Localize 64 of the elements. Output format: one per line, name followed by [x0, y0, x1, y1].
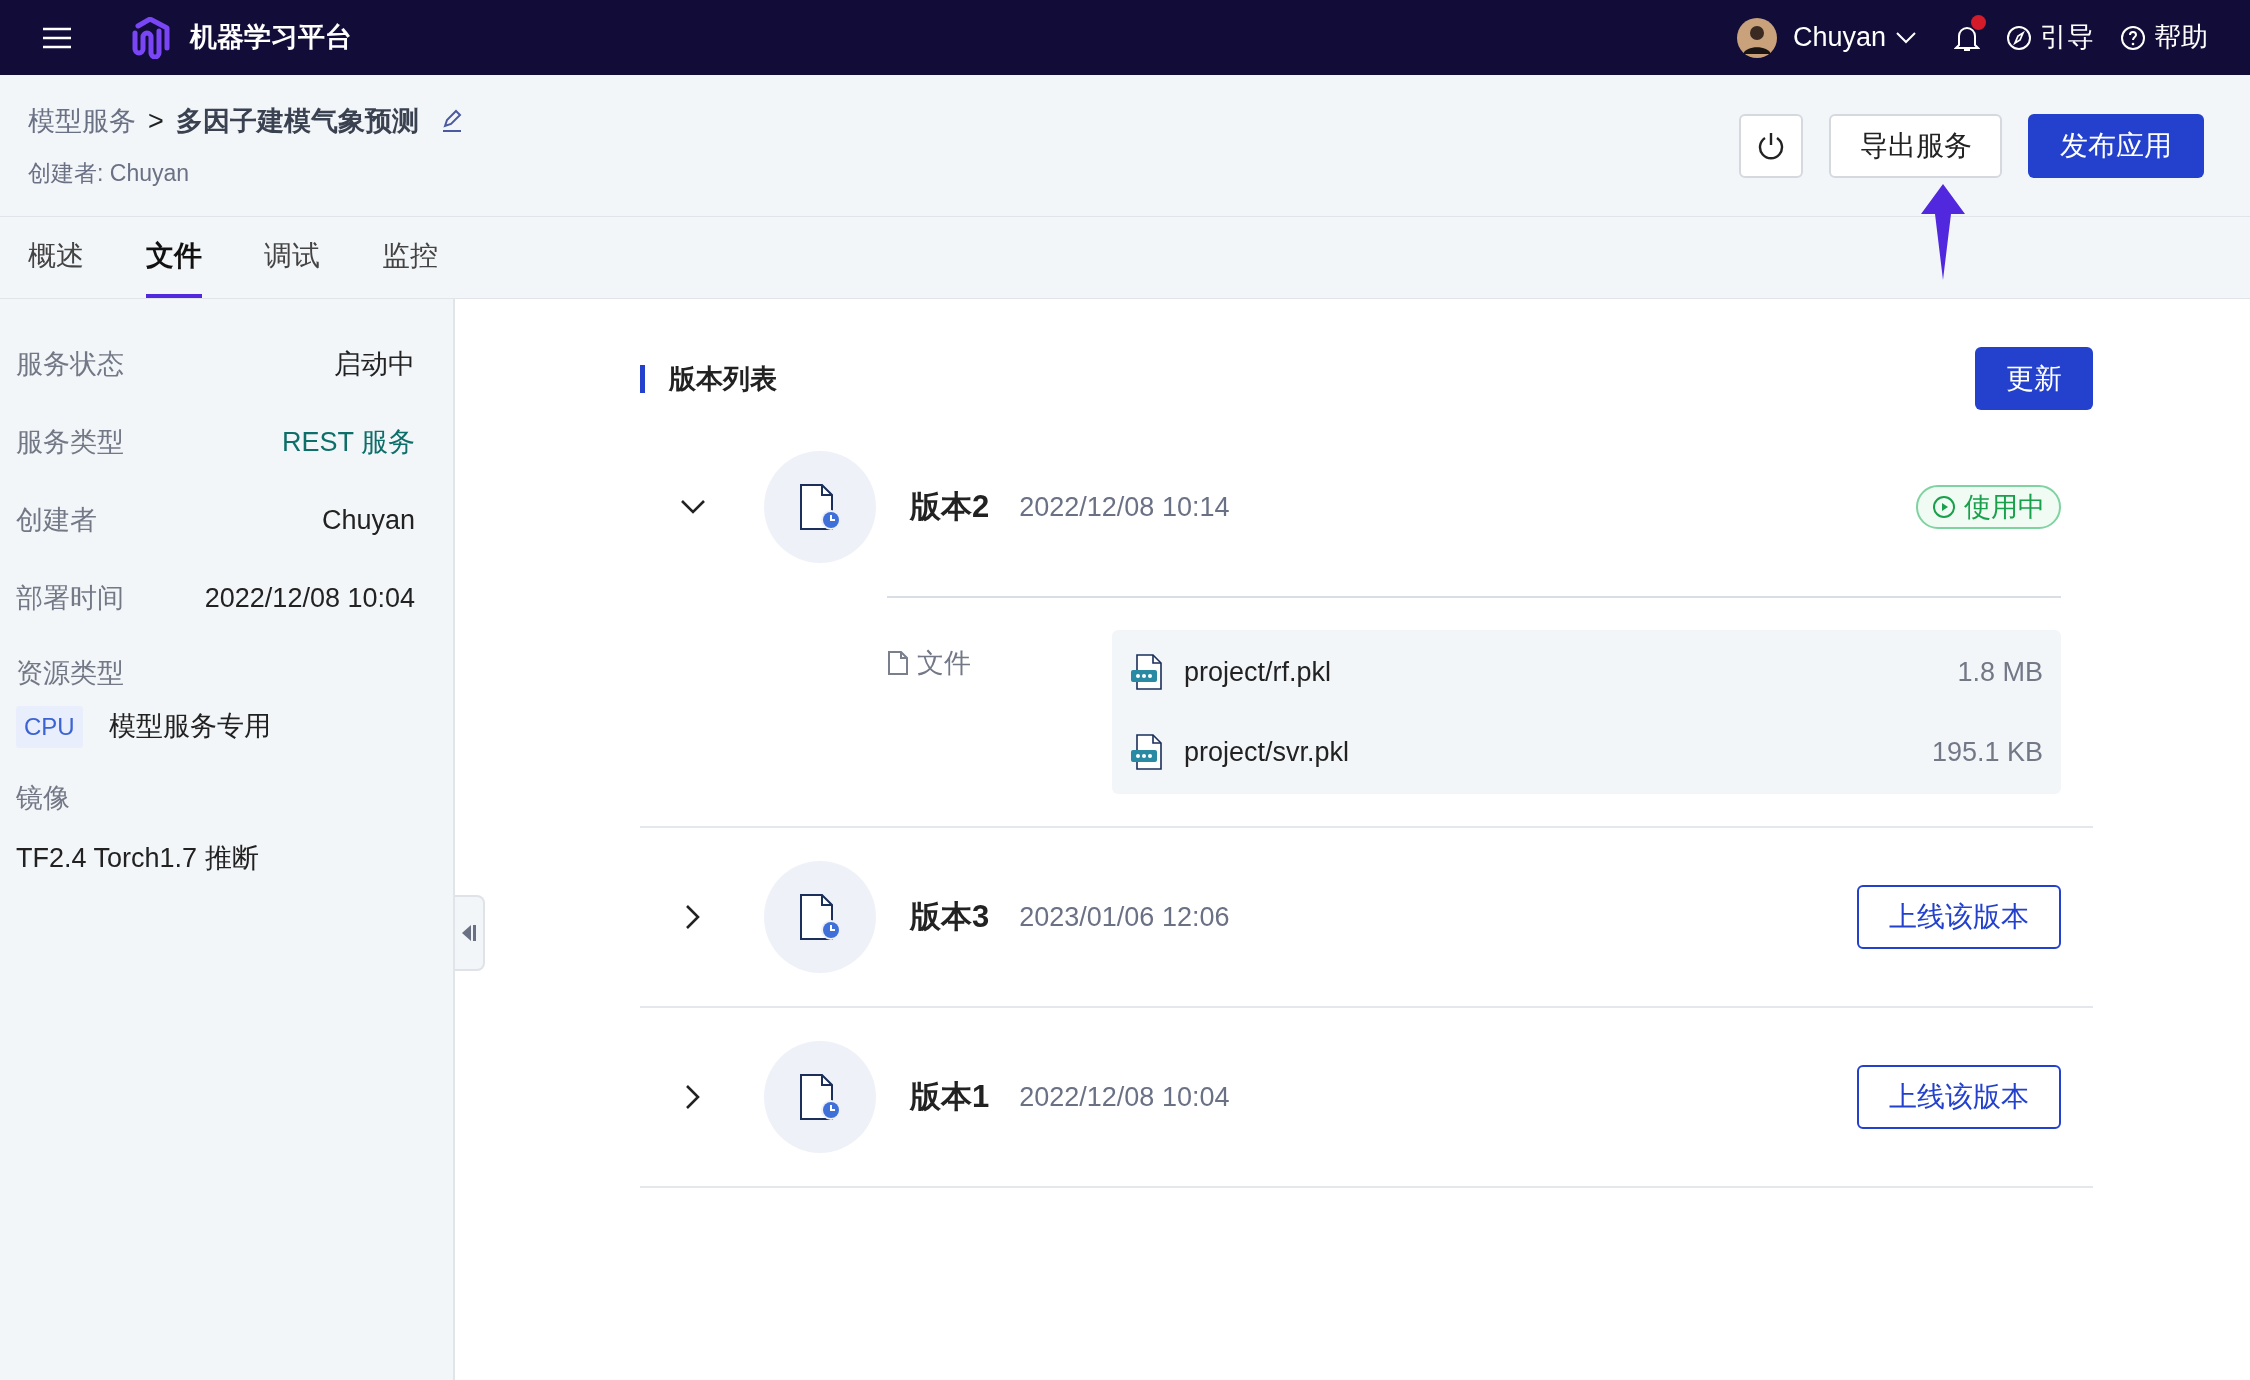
file-size: 1.8 MB: [1957, 655, 2043, 689]
refresh-button[interactable]: 更新: [1975, 347, 2093, 410]
go-online-button[interactable]: 上线该版本: [1857, 1065, 2061, 1129]
help-link[interactable]: 帮助: [2120, 17, 2208, 58]
export-button[interactable]: 导出服务: [1829, 113, 2002, 178]
version-title: 版本1: [910, 1077, 990, 1116]
app-title: 机器学习平台: [190, 21, 352, 55]
field-value: REST 服务: [281, 425, 415, 459]
field-value: 启动中: [334, 347, 415, 381]
tab[interactable]: 调试: [264, 217, 320, 298]
tab[interactable]: 监控: [382, 217, 438, 298]
collapse-left-icon: [461, 924, 477, 942]
play-icon: [1932, 495, 1956, 519]
field-value: TF2.4 Torch1.7 推断: [16, 842, 260, 875]
chevron-down-icon: [1896, 31, 1916, 44]
creator-text: 创建者: Chuyan: [28, 158, 191, 188]
field-label: 部署时间: [16, 581, 124, 615]
file-outline-icon: [887, 650, 909, 676]
avatar-icon[interactable]: [1736, 17, 1777, 58]
status-badge: 使用中: [1916, 485, 2061, 529]
field-label: 镜像: [16, 781, 71, 815]
file-size: 195.1 KB: [1931, 735, 2043, 769]
collapse-toggle[interactable]: [678, 499, 708, 515]
version-title: 版本2: [910, 487, 990, 526]
breadcrumb-link[interactable]: 模型服务: [28, 101, 136, 142]
field-label: 资源类型: [16, 657, 125, 690]
guide-link[interactable]: 引导: [2006, 17, 2094, 58]
logo-icon: [130, 16, 170, 59]
publish-button[interactable]: 发布应用: [2028, 113, 2204, 178]
version-time: 2023/01/06 12:06: [1019, 900, 1230, 934]
compass-icon: [2006, 24, 2032, 51]
file-name: project/rf.pkl: [1184, 655, 1332, 689]
cpu-tag: CPU: [16, 705, 83, 748]
file-clock-icon: [798, 483, 842, 531]
field-label: 创建者: [16, 503, 97, 537]
file-name: project/svr.pkl: [1184, 735, 1350, 769]
section-heading: 版本列表: [640, 364, 777, 393]
field-label: 服务状态: [16, 347, 124, 381]
go-online-button[interactable]: 上线该版本: [1857, 885, 2061, 949]
file-icon: [1130, 653, 1164, 691]
power-button[interactable]: [1739, 113, 1803, 178]
version-time: 2022/12/08 10:04: [1019, 1080, 1230, 1114]
edit-icon[interactable]: [440, 109, 463, 134]
menu-icon[interactable]: [42, 25, 72, 50]
file-clock-icon: [798, 1073, 842, 1121]
help-icon: [2120, 24, 2146, 51]
chevron-down-icon: [680, 499, 706, 515]
field-value: 模型服务专用: [108, 710, 271, 744]
user-menu[interactable]: Chuyan: [1792, 17, 1916, 58]
version-title: 版本3: [910, 897, 990, 936]
tab[interactable]: 概述: [28, 217, 84, 298]
power-icon: [1757, 130, 1785, 161]
files-label: 文件: [917, 650, 971, 676]
version-time: 2022/12/08 10:14: [1019, 490, 1230, 524]
field-value: 2022/12/08 10:04: [204, 581, 415, 615]
field-label: 服务类型: [16, 425, 124, 459]
file-clock-icon: [798, 893, 842, 941]
page-title: 多因子建模气象预测: [175, 105, 419, 138]
breadcrumb-separator: >: [148, 105, 164, 138]
collapse-handle[interactable]: [455, 895, 485, 971]
chevron-right-icon: [685, 904, 701, 930]
file-icon: [1130, 733, 1164, 771]
chevron-right-icon: [685, 1084, 701, 1110]
field-value: Chuyan: [321, 503, 415, 537]
